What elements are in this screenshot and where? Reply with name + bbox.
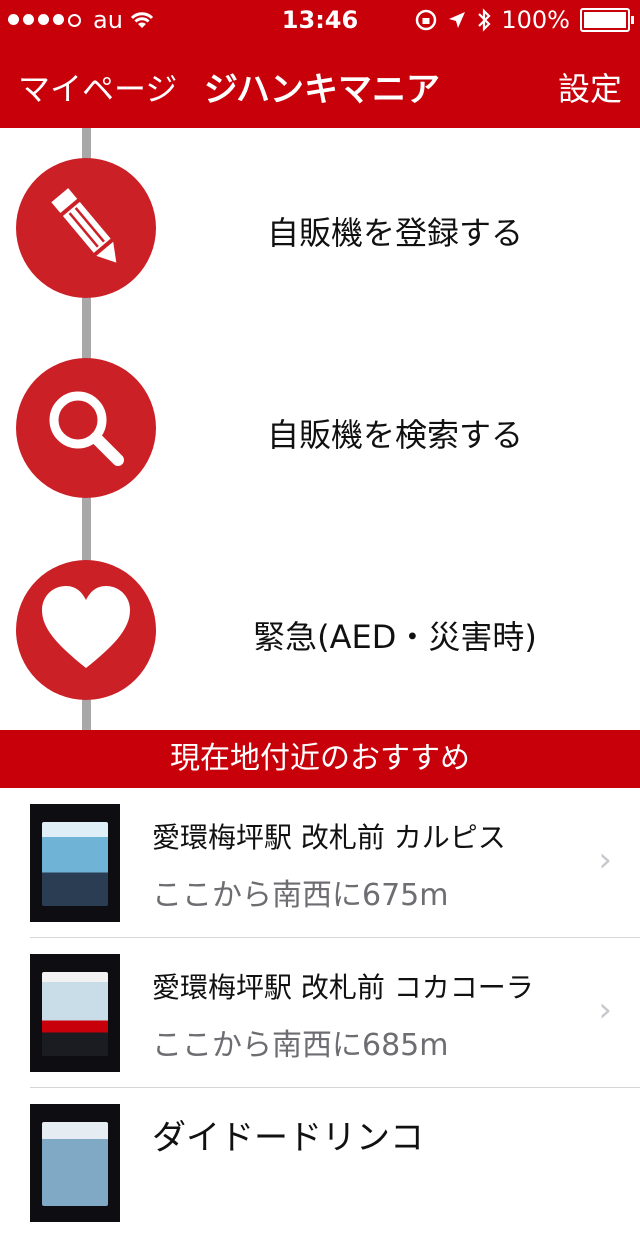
mypage-button[interactable]: マイページ: [18, 64, 177, 110]
search-icon: [16, 358, 156, 498]
vending-machine-thumbnail: [30, 804, 120, 922]
register-vending-machine-item[interactable]: 自販機を登録する: [0, 128, 640, 328]
search-vending-machine-item[interactable]: 自販機を検索する: [0, 330, 640, 530]
list-item[interactable]: 愛環梅坪駅 改札前 コカコーラ ここから南西に685m ›: [0, 938, 640, 1088]
chevron-right-icon: ›: [598, 840, 612, 880]
vending-machine-thumbnail: [30, 1104, 120, 1222]
battery-icon: [580, 8, 634, 32]
search-label: 自販機を検索する: [266, 416, 523, 454]
register-label: 自販機を登録する: [266, 214, 523, 252]
battery-percent: 100%: [501, 6, 570, 34]
list-item-name: ダイドードリンコ: [152, 1118, 424, 1158]
navigation-bar: マイページ ジハンキマニア 設定: [0, 40, 640, 128]
pencil-icon: [16, 158, 156, 298]
top-bar: au 13:46 100% マイページ ジハンキマニア 設定: [0, 0, 640, 128]
status-bar: au 13:46 100%: [0, 0, 640, 40]
recommend-header: 現在地付近のおすすめ: [0, 730, 640, 788]
bluetooth-icon: [478, 8, 491, 32]
settings-button[interactable]: 設定: [558, 64, 622, 110]
status-right: 100%: [415, 6, 634, 34]
list-item[interactable]: 愛環梅坪駅 改札前 カルピス ここから南西に675m ›: [0, 788, 640, 938]
emergency-item[interactable]: 緊急(AED・災害時): [0, 530, 640, 730]
rotation-lock-icon: [416, 9, 437, 31]
vending-machine-thumbnail: [30, 954, 120, 1072]
list-item-name: 愛環梅坪駅 改札前 カルピス: [152, 821, 506, 854]
heart-icon: [16, 560, 156, 700]
list-item-distance: ここから南西に675m: [152, 878, 449, 913]
page-title: ジハンキマニア: [204, 70, 440, 110]
list-item-distance: ここから南西に685m: [152, 1028, 449, 1063]
chevron-right-icon: ›: [598, 990, 612, 1030]
emergency-label: 緊急(AED・災害時): [253, 618, 537, 656]
location-icon: [449, 12, 466, 28]
list-item-name: 愛環梅坪駅 改札前 コカコーラ: [152, 971, 534, 1004]
list-item[interactable]: ダイドードリンコ: [0, 1088, 640, 1238]
